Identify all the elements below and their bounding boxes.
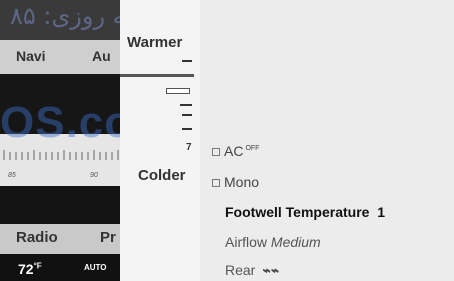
frequency-scale (3, 150, 119, 160)
airflow-value: Medium (270, 234, 321, 250)
temperature-value: 72 (18, 261, 34, 277)
footwell-temperature-option[interactable]: Footwell Temperature 1 (225, 204, 385, 220)
dark-band-2 (0, 186, 120, 224)
mono-checkbox[interactable] (212, 179, 220, 188)
slider-tick (180, 104, 192, 106)
watermark-text: تفن شبانه روزی: ۸۵ (10, 2, 120, 30)
ac-checkbox[interactable] (212, 148, 220, 157)
slider-tick (182, 114, 192, 116)
mono-option[interactable]: Mono (212, 174, 259, 190)
slider-glyph: 7 (186, 142, 192, 153)
temperature-slider[interactable]: Warmer 7 Colder (120, 0, 200, 281)
audio-menu-item[interactable]: Au (92, 48, 111, 64)
footwell-value: 1 (377, 204, 386, 220)
left-panel: Navi Au 85 90 Radio Pr 72°F AUTO ه روزی:… (0, 0, 120, 281)
warmer-label: Warmer (127, 34, 183, 51)
rear-option[interactable]: Rear ⌁⌁ (225, 262, 278, 279)
phone-menu-item[interactable]: Pr (100, 229, 116, 246)
mono-label: Mono (224, 174, 260, 190)
slider-tick (182, 60, 192, 62)
slider-marker (166, 88, 190, 94)
auto-label: AUTO (84, 263, 107, 272)
scale-label-left: 85 (8, 172, 16, 179)
footwell-label: Footwell Temperature (225, 204, 370, 220)
ac-status: OFF (245, 145, 260, 153)
ac-off-option[interactable]: AC OFF (212, 143, 259, 159)
nav-menu-item[interactable]: Navi (16, 48, 46, 64)
colder-label: Colder (138, 167, 186, 184)
slider-indicator[interactable] (120, 74, 194, 77)
airflow-label: Airflow (225, 234, 268, 250)
fan-icon: ⌁⌁ (261, 262, 279, 278)
temperature-unit: °F (33, 261, 42, 271)
climate-menu: AC OFF Mono Footwell Temperature 1 Airflo… (200, 0, 454, 281)
climate-screen: Navi Au 85 90 Radio Pr 72°F AUTO ه روزی:… (0, 0, 454, 281)
ac-label: AC (224, 143, 244, 159)
watermark-brand: OS.com (0, 98, 120, 147)
scale-label-right: 90 (90, 172, 98, 179)
rear-label: Rear (225, 262, 256, 278)
temperature-readout: 72°F (18, 261, 42, 277)
radio-menu-item[interactable]: Radio (16, 229, 58, 246)
slider-tick (182, 128, 192, 130)
airflow-option[interactable]: Airflow Medium (225, 234, 321, 250)
